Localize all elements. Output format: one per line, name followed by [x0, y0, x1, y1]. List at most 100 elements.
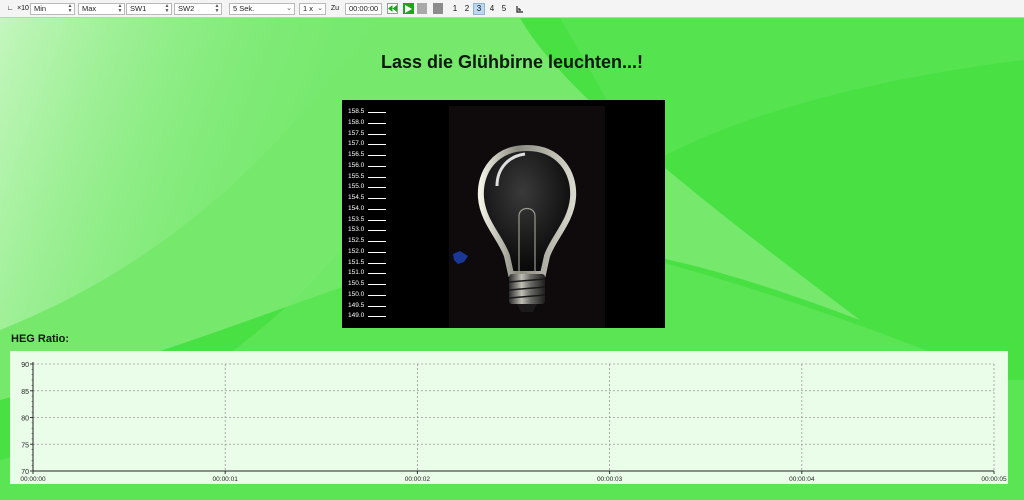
scale-tick: 153.5	[348, 215, 386, 226]
scale-tick-line	[368, 122, 386, 124]
scale-tick-label: 150.0	[348, 290, 365, 298]
chevron-down-icon: ⌄	[286, 5, 292, 12]
bulb-image	[449, 106, 605, 328]
scale-tick: 156.5	[348, 151, 386, 161]
scale-tick: 157.5	[348, 129, 386, 140]
scale-tick: 150.0	[348, 290, 386, 301]
scale-tick-label: 153.0	[348, 226, 365, 234]
play-icon[interactable]	[403, 3, 414, 14]
stop-icon[interactable]	[433, 3, 443, 14]
zu-label: Zu	[330, 5, 340, 12]
scale-tick-label: 154.5	[348, 194, 365, 201]
scale-tick-label: 152.5	[348, 237, 365, 244]
number-button-2[interactable]: 2	[461, 3, 473, 15]
mode-icon[interactable]	[515, 3, 524, 14]
scale-tick-line	[368, 144, 386, 146]
scale-tick: 158.0	[348, 118, 386, 129]
scale-tick: 150.5	[348, 280, 386, 290]
sw1-label: SW1	[130, 4, 147, 13]
time-field[interactable]: 00:00:00	[345, 3, 382, 15]
sw1-spinner[interactable]: SW1 ▲ ▼	[126, 3, 172, 15]
speed-value: 1 x	[303, 4, 314, 13]
min-spinner[interactable]: Min ▲ ▼	[30, 3, 75, 15]
sw2-spinner[interactable]: SW2 ▲ ▼	[174, 3, 222, 15]
scale-tick-label: 154.0	[348, 204, 365, 212]
scale-tick: 152.0	[348, 247, 386, 258]
scale-tick-line	[368, 155, 386, 156]
scale-tick: 151.0	[348, 269, 386, 279]
scale-tick: 154.5	[348, 194, 386, 204]
scale-tick: 153.0	[348, 226, 386, 236]
spinner-arrows-icon[interactable]: ▲ ▼	[164, 4, 170, 14]
scale-tick-label: 158.0	[348, 118, 365, 126]
toolbar: ∟ ×10 Min ▲ ▼ Max ▲ ▼ SW1 ▲ ▼ SW2 ▲ ▼ 5 Sek.…	[0, 0, 1024, 18]
scale-tick-line	[368, 262, 386, 264]
spinner-arrows-icon[interactable]: ▲ ▼	[117, 4, 123, 14]
marker-icon	[453, 251, 468, 264]
min-label: Min	[34, 4, 47, 13]
scale-tick-label: 157.0	[348, 140, 365, 148]
scale-tick-line	[368, 165, 386, 167]
scale-tick-label: 158.5	[348, 108, 365, 115]
scale-tick: 154.0	[348, 204, 386, 215]
interval-value: 5 Sek.	[233, 4, 255, 13]
scale-tick-label: 155.5	[348, 172, 365, 180]
scale-tick-line	[368, 294, 386, 296]
corner-icon[interactable]: ∟	[6, 3, 14, 14]
spinner-arrows-icon[interactable]: ▲ ▼	[67, 4, 73, 14]
scale-tick: 151.5	[348, 258, 386, 269]
x-tick-label: 00:00:01	[213, 476, 239, 483]
scale-tick: 155.5	[348, 172, 386, 183]
scale-tick-line	[368, 133, 386, 135]
chart-canvas: 70 75 80 85 90 00:00:00 00:00:01 00:00:02 00:00:…	[20, 362, 1007, 483]
scale-tick: 152.5	[348, 237, 386, 247]
scale-tick-label: 155.0	[348, 183, 365, 191]
video-panel: 158.5 158.0 157.5 157.0 156.5 156.0 155.5 155.0…	[342, 100, 665, 328]
x-tick-label: 00:00:00	[20, 476, 46, 483]
number-button-5[interactable]: 5	[498, 3, 510, 15]
x-tick-label: 00:00:03	[597, 476, 623, 483]
max-spinner[interactable]: Max ▲ ▼	[78, 3, 125, 15]
scale-tick-line	[368, 176, 386, 178]
scale-tick-label: 156.0	[348, 161, 365, 169]
scale-tick-line	[368, 198, 386, 199]
number-button-1[interactable]: 1	[449, 3, 461, 15]
scale-tick: 149.0	[348, 312, 386, 322]
scale-tick-label: 149.0	[348, 312, 365, 320]
spinner-arrows-icon[interactable]: ▲ ▼	[214, 4, 220, 14]
time-value: 00:00:00	[349, 4, 379, 13]
scale-tick-label: 156.5	[348, 151, 365, 158]
sw2-label: SW2	[178, 4, 195, 13]
scale-tick-line	[368, 305, 386, 307]
y-tick-label: 80	[21, 416, 29, 423]
scale-tick-label: 152.0	[348, 247, 365, 255]
scale-tick-label: 149.5	[348, 301, 365, 309]
speed-select[interactable]: 1 x ⌄	[299, 3, 326, 15]
y-tick-label: 75	[21, 442, 29, 449]
rewind-icon[interactable]	[387, 3, 398, 14]
scale-tick-line	[368, 241, 386, 242]
scale-tick-label: 151.0	[348, 269, 365, 277]
number-button-3[interactable]: 3	[473, 3, 485, 15]
scale-tick: 155.0	[348, 183, 386, 193]
scale-tick-label: 151.5	[348, 258, 365, 266]
interval-select[interactable]: 5 Sek. ⌄	[229, 3, 295, 15]
scale-tick-line	[368, 208, 386, 210]
y-tick-label: 70	[21, 469, 29, 476]
pause-icon[interactable]	[417, 3, 427, 14]
scale-tick-label: 150.5	[348, 280, 365, 287]
scale-tick-line	[368, 230, 386, 232]
number-button-4[interactable]: 4	[486, 3, 498, 15]
heg-ratio-label: HEG Ratio:	[11, 333, 70, 345]
x-tick-label: 00:00:02	[405, 476, 431, 483]
scale-tick: 149.5	[348, 301, 386, 312]
heg-ratio-chart: 70 75 80 85 90 00:00:00 00:00:01 00:00:02 00:00:…	[10, 351, 1008, 484]
scale-tick-label: 153.5	[348, 215, 365, 223]
scale-tick-label: 157.5	[348, 129, 365, 137]
scale-tick-line	[368, 316, 386, 318]
scale-tick: 157.0	[348, 140, 386, 150]
scale-tick-line	[368, 273, 386, 275]
scale-tick-line	[368, 219, 386, 221]
x-tick-label: 00:00:05	[981, 476, 1007, 483]
scale-tick-line	[368, 284, 386, 285]
